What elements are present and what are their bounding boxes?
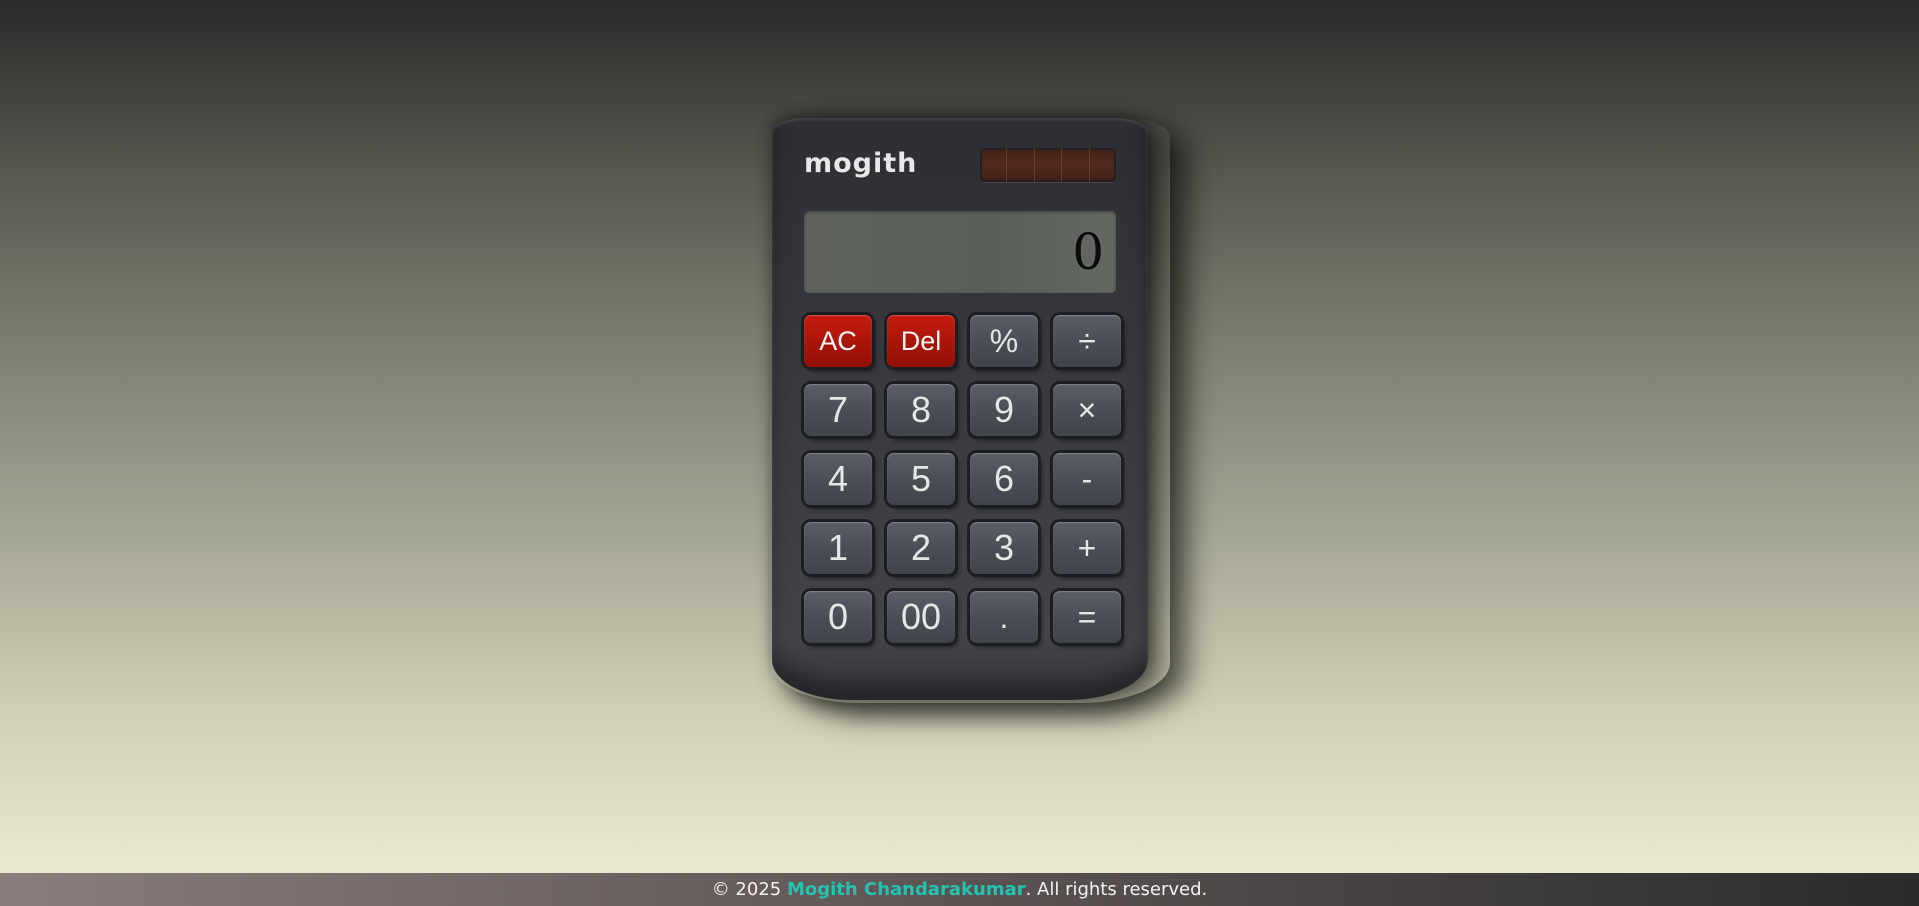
brand-label: mogith — [804, 148, 918, 179]
display-screen: 0 — [804, 211, 1116, 293]
keypad: AC Del % ÷ 7 8 9 × 4 5 6 - 1 2 3 + 0 00 … — [804, 315, 1121, 643]
divide-button[interactable]: ÷ — [1053, 315, 1121, 367]
multiply-button[interactable]: × — [1053, 384, 1121, 436]
percent-button[interactable]: % — [970, 315, 1038, 367]
solar-cell — [1090, 148, 1116, 182]
equals-button[interactable]: = — [1053, 591, 1121, 643]
calculator: mogith 0 AC Del % ÷ 7 8 9 × 4 5 6 - 1 2 … — [772, 118, 1148, 700]
key-2-button[interactable]: 2 — [887, 522, 955, 574]
delete-button[interactable]: Del — [887, 315, 955, 367]
key-7-button[interactable]: 7 — [804, 384, 872, 436]
subtract-button[interactable]: - — [1053, 453, 1121, 505]
author-name: Mogith Chandarakumar — [786, 879, 1026, 900]
key-5-button[interactable]: 5 — [887, 453, 955, 505]
key-1-button[interactable]: 1 — [804, 522, 872, 574]
key-9-button[interactable]: 9 — [970, 384, 1038, 436]
solar-panel — [980, 148, 1116, 182]
solar-cell — [1035, 148, 1063, 182]
key-00-button[interactable]: 00 — [887, 591, 955, 643]
key-0-button[interactable]: 0 — [804, 591, 872, 643]
key-4-button[interactable]: 4 — [804, 453, 872, 505]
solar-cell — [980, 148, 1008, 182]
copyright-suffix: . All rights reserved. — [1025, 879, 1208, 900]
key-3-button[interactable]: 3 — [970, 522, 1038, 574]
solar-cell — [1062, 148, 1090, 182]
display-value: 0 — [1072, 223, 1104, 281]
solar-cell — [1007, 148, 1035, 182]
key-8-button[interactable]: 8 — [887, 384, 955, 436]
key-6-button[interactable]: 6 — [970, 453, 1038, 505]
decimal-button[interactable]: . — [970, 591, 1038, 643]
copyright-prefix: © 2025 — [711, 879, 787, 900]
add-button[interactable]: + — [1053, 522, 1121, 574]
footer: © 2025 Mogith Chandarakumar. All rights … — [0, 873, 1919, 906]
all-clear-button[interactable]: AC — [804, 315, 872, 367]
